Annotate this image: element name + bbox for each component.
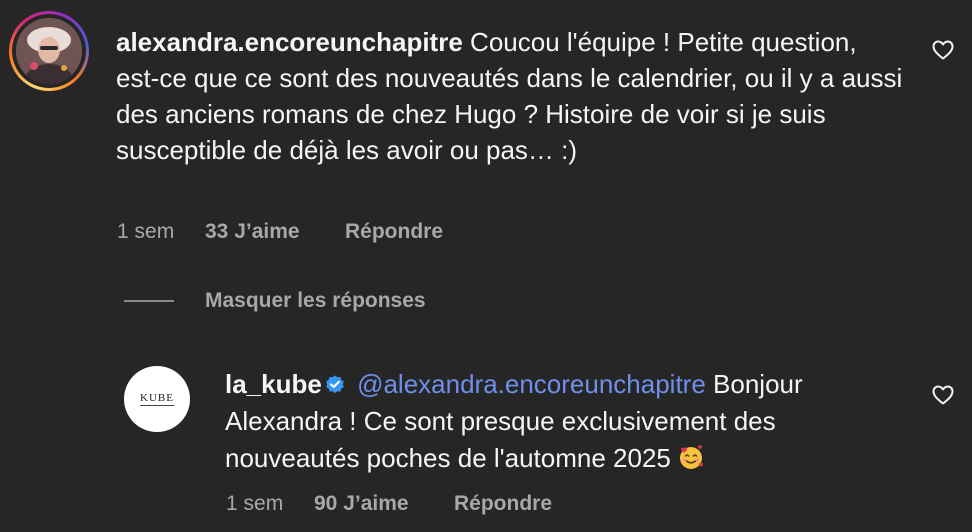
comment-username[interactable]: alexandra.encoreunchapitre — [116, 27, 463, 57]
reply-reply-button[interactable]: Répondre — [454, 492, 552, 515]
reply-body: la_kube @alexandra.encoreunchapitre Bonj… — [225, 366, 905, 477]
avatar-la-kube[interactable]: KUBE — [124, 366, 190, 432]
reply-time: 1 sem — [226, 492, 284, 515]
reply-likes-wrap: 90 J’aime — [314, 492, 409, 516]
heart-icon[interactable] — [931, 38, 955, 62]
comment-likes-wrap: 33 J’aime — [205, 220, 300, 244]
verified-badge-icon — [325, 375, 344, 394]
heart-icon[interactable] — [931, 383, 955, 407]
avatar-alexandra[interactable] — [9, 11, 89, 91]
avatar-photo — [16, 18, 82, 84]
smiling-face-with-hearts-icon — [679, 445, 703, 469]
comment-meta: 1 sem — [117, 220, 174, 244]
comment-reply-button[interactable]: Répondre — [345, 220, 443, 243]
comment-body: alexandra.encoreunchapitre Coucou l'équi… — [116, 24, 906, 168]
reply-mention[interactable]: @alexandra.encoreunchapitre — [357, 369, 706, 399]
comment-likes[interactable]: 33 J’aime — [205, 220, 300, 243]
reply-likes[interactable]: 90 J’aime — [314, 492, 409, 515]
avatar-portrait-icon — [16, 18, 82, 84]
comment-time: 1 sem — [117, 220, 175, 243]
comment-reply-wrap: Répondre — [345, 220, 443, 244]
hide-replies-button[interactable]: Masquer les réponses — [205, 289, 426, 313]
reply-meta: 1 sem — [226, 492, 283, 516]
replies-divider — [124, 300, 174, 302]
reply-username[interactable]: la_kube — [225, 369, 322, 399]
reply-reply-wrap: Répondre — [454, 492, 552, 516]
kube-logo: KUBE — [140, 392, 174, 406]
